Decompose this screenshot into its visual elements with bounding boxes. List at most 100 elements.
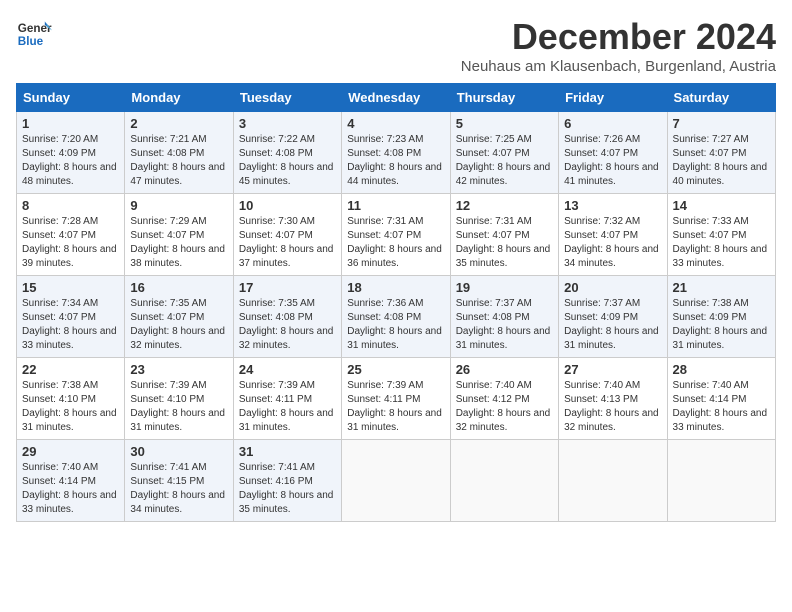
day-info: Sunrise: 7:39 AM Sunset: 4:11 PM Dayligh… <box>347 379 444 435</box>
day-info: Sunrise: 7:39 AM Sunset: 4:11 PM Dayligh… <box>239 379 336 435</box>
day-cell: 17 Sunrise: 7:35 AM Sunset: 4:08 PM Dayl… <box>233 276 341 358</box>
day-number: 23 <box>130 362 227 377</box>
day-info: Sunrise: 7:37 AM Sunset: 4:09 PM Dayligh… <box>564 297 661 353</box>
day-number: 30 <box>130 444 227 459</box>
weekday-header-row: SundayMondayTuesdayWednesdayThursdayFrid… <box>17 84 776 112</box>
day-number: 19 <box>456 280 553 295</box>
day-info: Sunrise: 7:31 AM Sunset: 4:07 PM Dayligh… <box>456 215 553 271</box>
day-info: Sunrise: 7:39 AM Sunset: 4:10 PM Dayligh… <box>130 379 227 435</box>
day-cell: 19 Sunrise: 7:37 AM Sunset: 4:08 PM Dayl… <box>450 276 558 358</box>
day-number: 31 <box>239 444 336 459</box>
day-cell: 4 Sunrise: 7:23 AM Sunset: 4:08 PM Dayli… <box>342 112 450 194</box>
day-info: Sunrise: 7:31 AM Sunset: 4:07 PM Dayligh… <box>347 215 444 271</box>
day-number: 18 <box>347 280 444 295</box>
day-cell: 6 Sunrise: 7:26 AM Sunset: 4:07 PM Dayli… <box>559 112 667 194</box>
day-number: 28 <box>673 362 770 377</box>
day-info: Sunrise: 7:38 AM Sunset: 4:10 PM Dayligh… <box>22 379 119 435</box>
day-cell: 26 Sunrise: 7:40 AM Sunset: 4:12 PM Dayl… <box>450 358 558 440</box>
day-info: Sunrise: 7:32 AM Sunset: 4:07 PM Dayligh… <box>564 215 661 271</box>
day-number: 27 <box>564 362 661 377</box>
day-number: 25 <box>347 362 444 377</box>
day-cell: 23 Sunrise: 7:39 AM Sunset: 4:10 PM Dayl… <box>125 358 233 440</box>
weekday-header-wednesday: Wednesday <box>342 84 450 112</box>
day-info: Sunrise: 7:30 AM Sunset: 4:07 PM Dayligh… <box>239 215 336 271</box>
day-info: Sunrise: 7:21 AM Sunset: 4:08 PM Dayligh… <box>130 133 227 189</box>
day-number: 14 <box>673 198 770 213</box>
calendar-title: December 2024 <box>461 16 776 58</box>
day-cell: 24 Sunrise: 7:39 AM Sunset: 4:11 PM Dayl… <box>233 358 341 440</box>
day-number: 21 <box>673 280 770 295</box>
day-info: Sunrise: 7:26 AM Sunset: 4:07 PM Dayligh… <box>564 133 661 189</box>
week-row-3: 15 Sunrise: 7:34 AM Sunset: 4:07 PM Dayl… <box>17 276 776 358</box>
day-info: Sunrise: 7:40 AM Sunset: 4:13 PM Dayligh… <box>564 379 661 435</box>
day-cell: 9 Sunrise: 7:29 AM Sunset: 4:07 PM Dayli… <box>125 194 233 276</box>
day-cell: 2 Sunrise: 7:21 AM Sunset: 4:08 PM Dayli… <box>125 112 233 194</box>
day-cell <box>667 440 775 522</box>
day-number: 22 <box>22 362 119 377</box>
day-cell: 11 Sunrise: 7:31 AM Sunset: 4:07 PM Dayl… <box>342 194 450 276</box>
day-cell: 22 Sunrise: 7:38 AM Sunset: 4:10 PM Dayl… <box>17 358 125 440</box>
day-number: 15 <box>22 280 119 295</box>
day-number: 5 <box>456 116 553 131</box>
day-info: Sunrise: 7:23 AM Sunset: 4:08 PM Dayligh… <box>347 133 444 189</box>
weekday-header-thursday: Thursday <box>450 84 558 112</box>
weekday-header-monday: Monday <box>125 84 233 112</box>
day-number: 8 <box>22 198 119 213</box>
day-cell: 21 Sunrise: 7:38 AM Sunset: 4:09 PM Dayl… <box>667 276 775 358</box>
day-number: 3 <box>239 116 336 131</box>
day-cell: 30 Sunrise: 7:41 AM Sunset: 4:15 PM Dayl… <box>125 440 233 522</box>
page-header: General Blue December 2024 Neuhaus am Kl… <box>16 16 776 75</box>
day-cell: 15 Sunrise: 7:34 AM Sunset: 4:07 PM Dayl… <box>17 276 125 358</box>
day-cell: 16 Sunrise: 7:35 AM Sunset: 4:07 PM Dayl… <box>125 276 233 358</box>
day-cell: 27 Sunrise: 7:40 AM Sunset: 4:13 PM Dayl… <box>559 358 667 440</box>
day-number: 11 <box>347 198 444 213</box>
week-row-2: 8 Sunrise: 7:28 AM Sunset: 4:07 PM Dayli… <box>17 194 776 276</box>
day-number: 13 <box>564 198 661 213</box>
day-number: 29 <box>22 444 119 459</box>
day-info: Sunrise: 7:40 AM Sunset: 4:12 PM Dayligh… <box>456 379 553 435</box>
day-cell <box>342 440 450 522</box>
day-info: Sunrise: 7:27 AM Sunset: 4:07 PM Dayligh… <box>673 133 770 189</box>
day-info: Sunrise: 7:40 AM Sunset: 4:14 PM Dayligh… <box>22 461 119 517</box>
day-info: Sunrise: 7:35 AM Sunset: 4:08 PM Dayligh… <box>239 297 336 353</box>
day-number: 12 <box>456 198 553 213</box>
day-info: Sunrise: 7:28 AM Sunset: 4:07 PM Dayligh… <box>22 215 119 271</box>
day-info: Sunrise: 7:25 AM Sunset: 4:07 PM Dayligh… <box>456 133 553 189</box>
day-number: 4 <box>347 116 444 131</box>
day-number: 7 <box>673 116 770 131</box>
week-row-5: 29 Sunrise: 7:40 AM Sunset: 4:14 PM Dayl… <box>17 440 776 522</box>
day-info: Sunrise: 7:33 AM Sunset: 4:07 PM Dayligh… <box>673 215 770 271</box>
day-info: Sunrise: 7:37 AM Sunset: 4:08 PM Dayligh… <box>456 297 553 353</box>
day-info: Sunrise: 7:20 AM Sunset: 4:09 PM Dayligh… <box>22 133 119 189</box>
weekday-header-saturday: Saturday <box>667 84 775 112</box>
week-row-1: 1 Sunrise: 7:20 AM Sunset: 4:09 PM Dayli… <box>17 112 776 194</box>
day-info: Sunrise: 7:22 AM Sunset: 4:08 PM Dayligh… <box>239 133 336 189</box>
day-info: Sunrise: 7:34 AM Sunset: 4:07 PM Dayligh… <box>22 297 119 353</box>
day-number: 1 <box>22 116 119 131</box>
day-cell: 3 Sunrise: 7:22 AM Sunset: 4:08 PM Dayli… <box>233 112 341 194</box>
day-cell: 7 Sunrise: 7:27 AM Sunset: 4:07 PM Dayli… <box>667 112 775 194</box>
day-number: 10 <box>239 198 336 213</box>
day-cell <box>559 440 667 522</box>
title-block: December 2024 Neuhaus am Klausenbach, Bu… <box>461 16 776 75</box>
day-cell: 14 Sunrise: 7:33 AM Sunset: 4:07 PM Dayl… <box>667 194 775 276</box>
day-number: 16 <box>130 280 227 295</box>
day-info: Sunrise: 7:36 AM Sunset: 4:08 PM Dayligh… <box>347 297 444 353</box>
day-number: 26 <box>456 362 553 377</box>
day-number: 2 <box>130 116 227 131</box>
day-cell: 12 Sunrise: 7:31 AM Sunset: 4:07 PM Dayl… <box>450 194 558 276</box>
day-cell: 28 Sunrise: 7:40 AM Sunset: 4:14 PM Dayl… <box>667 358 775 440</box>
calendar-table: SundayMondayTuesdayWednesdayThursdayFrid… <box>16 83 776 522</box>
svg-text:Blue: Blue <box>18 35 44 48</box>
day-info: Sunrise: 7:29 AM Sunset: 4:07 PM Dayligh… <box>130 215 227 271</box>
day-info: Sunrise: 7:35 AM Sunset: 4:07 PM Dayligh… <box>130 297 227 353</box>
day-cell: 13 Sunrise: 7:32 AM Sunset: 4:07 PM Dayl… <box>559 194 667 276</box>
day-info: Sunrise: 7:40 AM Sunset: 4:14 PM Dayligh… <box>673 379 770 435</box>
weekday-header-tuesday: Tuesday <box>233 84 341 112</box>
day-cell: 18 Sunrise: 7:36 AM Sunset: 4:08 PM Dayl… <box>342 276 450 358</box>
day-info: Sunrise: 7:41 AM Sunset: 4:16 PM Dayligh… <box>239 461 336 517</box>
day-number: 6 <box>564 116 661 131</box>
day-info: Sunrise: 7:41 AM Sunset: 4:15 PM Dayligh… <box>130 461 227 517</box>
day-cell: 5 Sunrise: 7:25 AM Sunset: 4:07 PM Dayli… <box>450 112 558 194</box>
day-number: 24 <box>239 362 336 377</box>
